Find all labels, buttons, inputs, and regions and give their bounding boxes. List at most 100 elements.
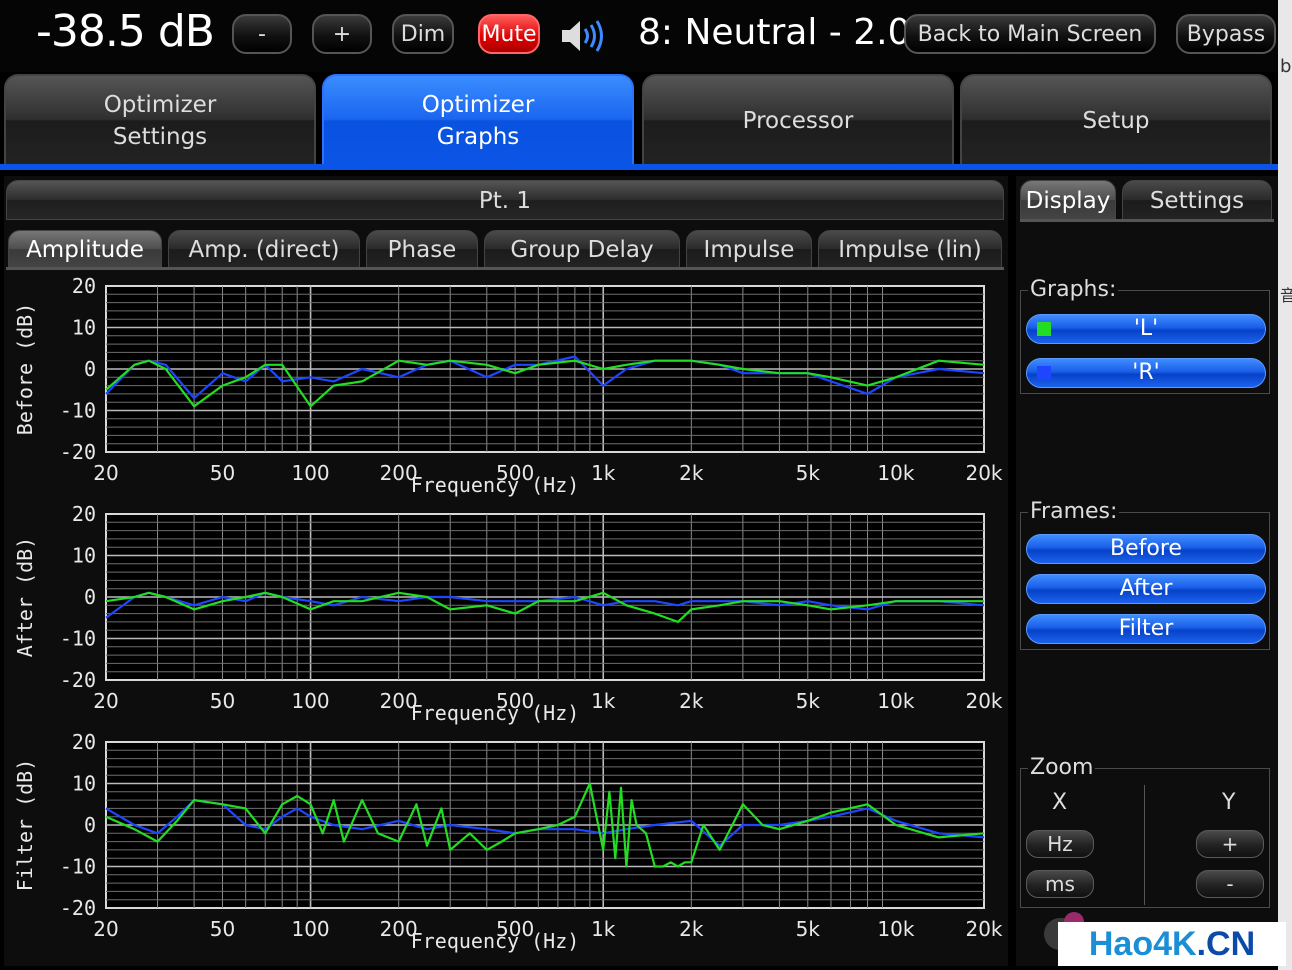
y-tick-label: -20 (60, 896, 96, 920)
main-tab-bar: Optimizer Settings Optimizer Graphs Proc… (0, 72, 1278, 166)
graph-toggle-r[interactable]: 'R' (1026, 358, 1266, 388)
frame-filter-button[interactable]: Filter (1026, 614, 1266, 644)
graph-filter[interactable]: 20 10 0 -10 -20 20 50 100 200 500 1k 2k 5k 10k 20k Freq… (0, 732, 1010, 964)
x-tick-label: 2k (679, 917, 704, 941)
tab-side-settings[interactable]: Settings (1122, 180, 1272, 220)
graph-toggle-l[interactable]: 'L' (1026, 314, 1266, 344)
speaker-icon (560, 16, 608, 60)
tab-display[interactable]: Display (1020, 180, 1116, 220)
subtab-divider (6, 267, 1004, 270)
graph-toggle-r-label: 'R' (1132, 360, 1160, 385)
x-axis-label: Frequency (Hz) (411, 701, 580, 725)
graph-toggle-l-label: 'L' (1133, 316, 1159, 341)
zoom-y-header: Y (1222, 790, 1236, 815)
zoom-separator (1144, 785, 1145, 905)
x-tick-label: 5k (796, 917, 821, 941)
tab-optimizer-settings[interactable]: Optimizer Settings (4, 74, 316, 166)
y-axis-label: Filter (dB) (13, 759, 37, 891)
watermark-part1: Hao4K (1088, 925, 1197, 963)
x-tick-label: 50 (210, 461, 235, 485)
y-axis-label: Before (dB) (13, 303, 37, 435)
subtab-impulse-lin[interactable]: Impulse (lin) (818, 230, 1002, 268)
x-tick-label: 2k (679, 461, 704, 485)
dim-button[interactable]: Dim (392, 14, 454, 54)
x-tick-label: 5k (796, 689, 821, 713)
background-window-strip: b 音 (1278, 0, 1292, 970)
grid (106, 514, 984, 680)
x-axis-label: Frequency (Hz) (411, 929, 580, 953)
top-bar: -38.5 dB - + Dim Mute 8: Neutral - 2.0 B… (0, 0, 1292, 72)
volume-up-button[interactable]: + (312, 14, 372, 54)
y-tick-label: 20 (72, 732, 96, 754)
volume-readout: -38.5 dB (36, 6, 215, 57)
y-tick-label: 10 (72, 772, 96, 796)
x-tick-label: 1k (591, 461, 616, 485)
back-to-main-button[interactable]: Back to Main Screen (904, 14, 1156, 54)
zoom-y-in-button[interactable]: + (1196, 830, 1264, 858)
series-r-swatch (1037, 366, 1051, 380)
zoom-x-header: X (1052, 790, 1068, 815)
chart-filter: 20100-10-2020 50 100 200 500 1k 2k 5k 10k 20kFreq… (13, 732, 1003, 953)
tab-processor[interactable]: Processor (642, 74, 954, 166)
watermark-part2: CN (1206, 925, 1256, 963)
y-tick-label: 10 (72, 544, 96, 568)
y-tick-label: 0 (84, 357, 96, 381)
x-tick-label: 20k (965, 689, 1002, 713)
zoom-x-ms-button[interactable]: ms (1026, 870, 1094, 898)
x-tick-label: 50 (210, 917, 235, 941)
x-tick-label: 10k (877, 689, 914, 713)
watermark: Hao4K.CN (1058, 922, 1286, 966)
chart-after: 20100-10-2020 50 100 200 500 1k 2k 5k 10k 20kFreq… (13, 504, 1003, 725)
graph-before[interactable]: 20 10 0 -10 -20 20 50 100 200 500 1k 2k 5k 10k 20k Freq… (0, 276, 1010, 504)
y-tick-label: 0 (84, 813, 96, 837)
x-tick-label: 20 (93, 917, 118, 941)
x-tick-label: 50 (210, 689, 235, 713)
subtab-phase[interactable]: Phase (366, 230, 478, 268)
tab-setup[interactable]: Setup (960, 74, 1272, 166)
bypass-button[interactable]: Bypass (1176, 14, 1276, 54)
y-axis-label: After (dB) (13, 537, 37, 657)
strip-char-mid: 音 (1280, 286, 1292, 305)
graph-after[interactable]: 20 10 0 -10 -20 20 50 100 200 500 1k 2k 5k 10k 20k Freq… (0, 504, 1010, 732)
x-tick-label: 20 (93, 461, 118, 485)
volume-down-button[interactable]: - (232, 14, 292, 54)
x-tick-label: 20k (965, 461, 1002, 485)
subtab-group-delay[interactable]: Group Delay (484, 230, 680, 268)
x-tick-label: 10k (877, 461, 914, 485)
x-axis-label: Frequency (Hz) (411, 473, 580, 497)
preset-name: 8: Neutral - 2.0 (638, 12, 911, 53)
grid (106, 742, 984, 908)
y-tick-label: -20 (60, 668, 96, 692)
x-tick-label: 1k (591, 917, 616, 941)
x-tick-label: 100 (291, 689, 329, 713)
x-tick-label: 2k (679, 689, 704, 713)
chart-before: 20100-10-2020 50 100 200 500 1k 2k 5k 10k 20kFreq… (13, 276, 1003, 497)
x-tick-label: 100 (291, 461, 329, 485)
frame-before-button[interactable]: Before (1026, 534, 1266, 564)
subtab-amplitude[interactable]: Amplitude (8, 230, 162, 268)
subtab-amp-direct[interactable]: Amp. (direct) (168, 230, 360, 268)
zoom-label: Zoom (1028, 755, 1096, 780)
grid (106, 286, 984, 452)
x-tick-label: 10k (877, 917, 914, 941)
tab-underline (0, 164, 1278, 170)
watermark-dot-char: . (1196, 925, 1207, 963)
strip-char-top: b (1280, 56, 1292, 77)
x-tick-label: 1k (591, 689, 616, 713)
subtab-impulse[interactable]: Impulse (686, 230, 812, 268)
y-tick-label: 10 (72, 316, 96, 340)
zoom-x-hz-button[interactable]: Hz (1026, 830, 1094, 858)
mute-button[interactable]: Mute (478, 14, 540, 54)
series-l-swatch (1037, 322, 1051, 336)
zoom-y-out-button[interactable]: - (1196, 870, 1264, 898)
graphs-label: Graphs: (1028, 277, 1119, 302)
frame-after-button[interactable]: After (1026, 574, 1266, 604)
y-tick-label: -10 (60, 627, 96, 651)
x-tick-label: 20k (965, 917, 1002, 941)
side-tab-divider (1020, 219, 1274, 222)
tab-optimizer-graphs[interactable]: Optimizer Graphs (322, 74, 634, 166)
x-tick-label: 100 (291, 917, 329, 941)
frames-label: Frames: (1028, 499, 1120, 524)
y-tick-label: 20 (72, 504, 96, 526)
point-header[interactable]: Pt. 1 (6, 180, 1004, 220)
